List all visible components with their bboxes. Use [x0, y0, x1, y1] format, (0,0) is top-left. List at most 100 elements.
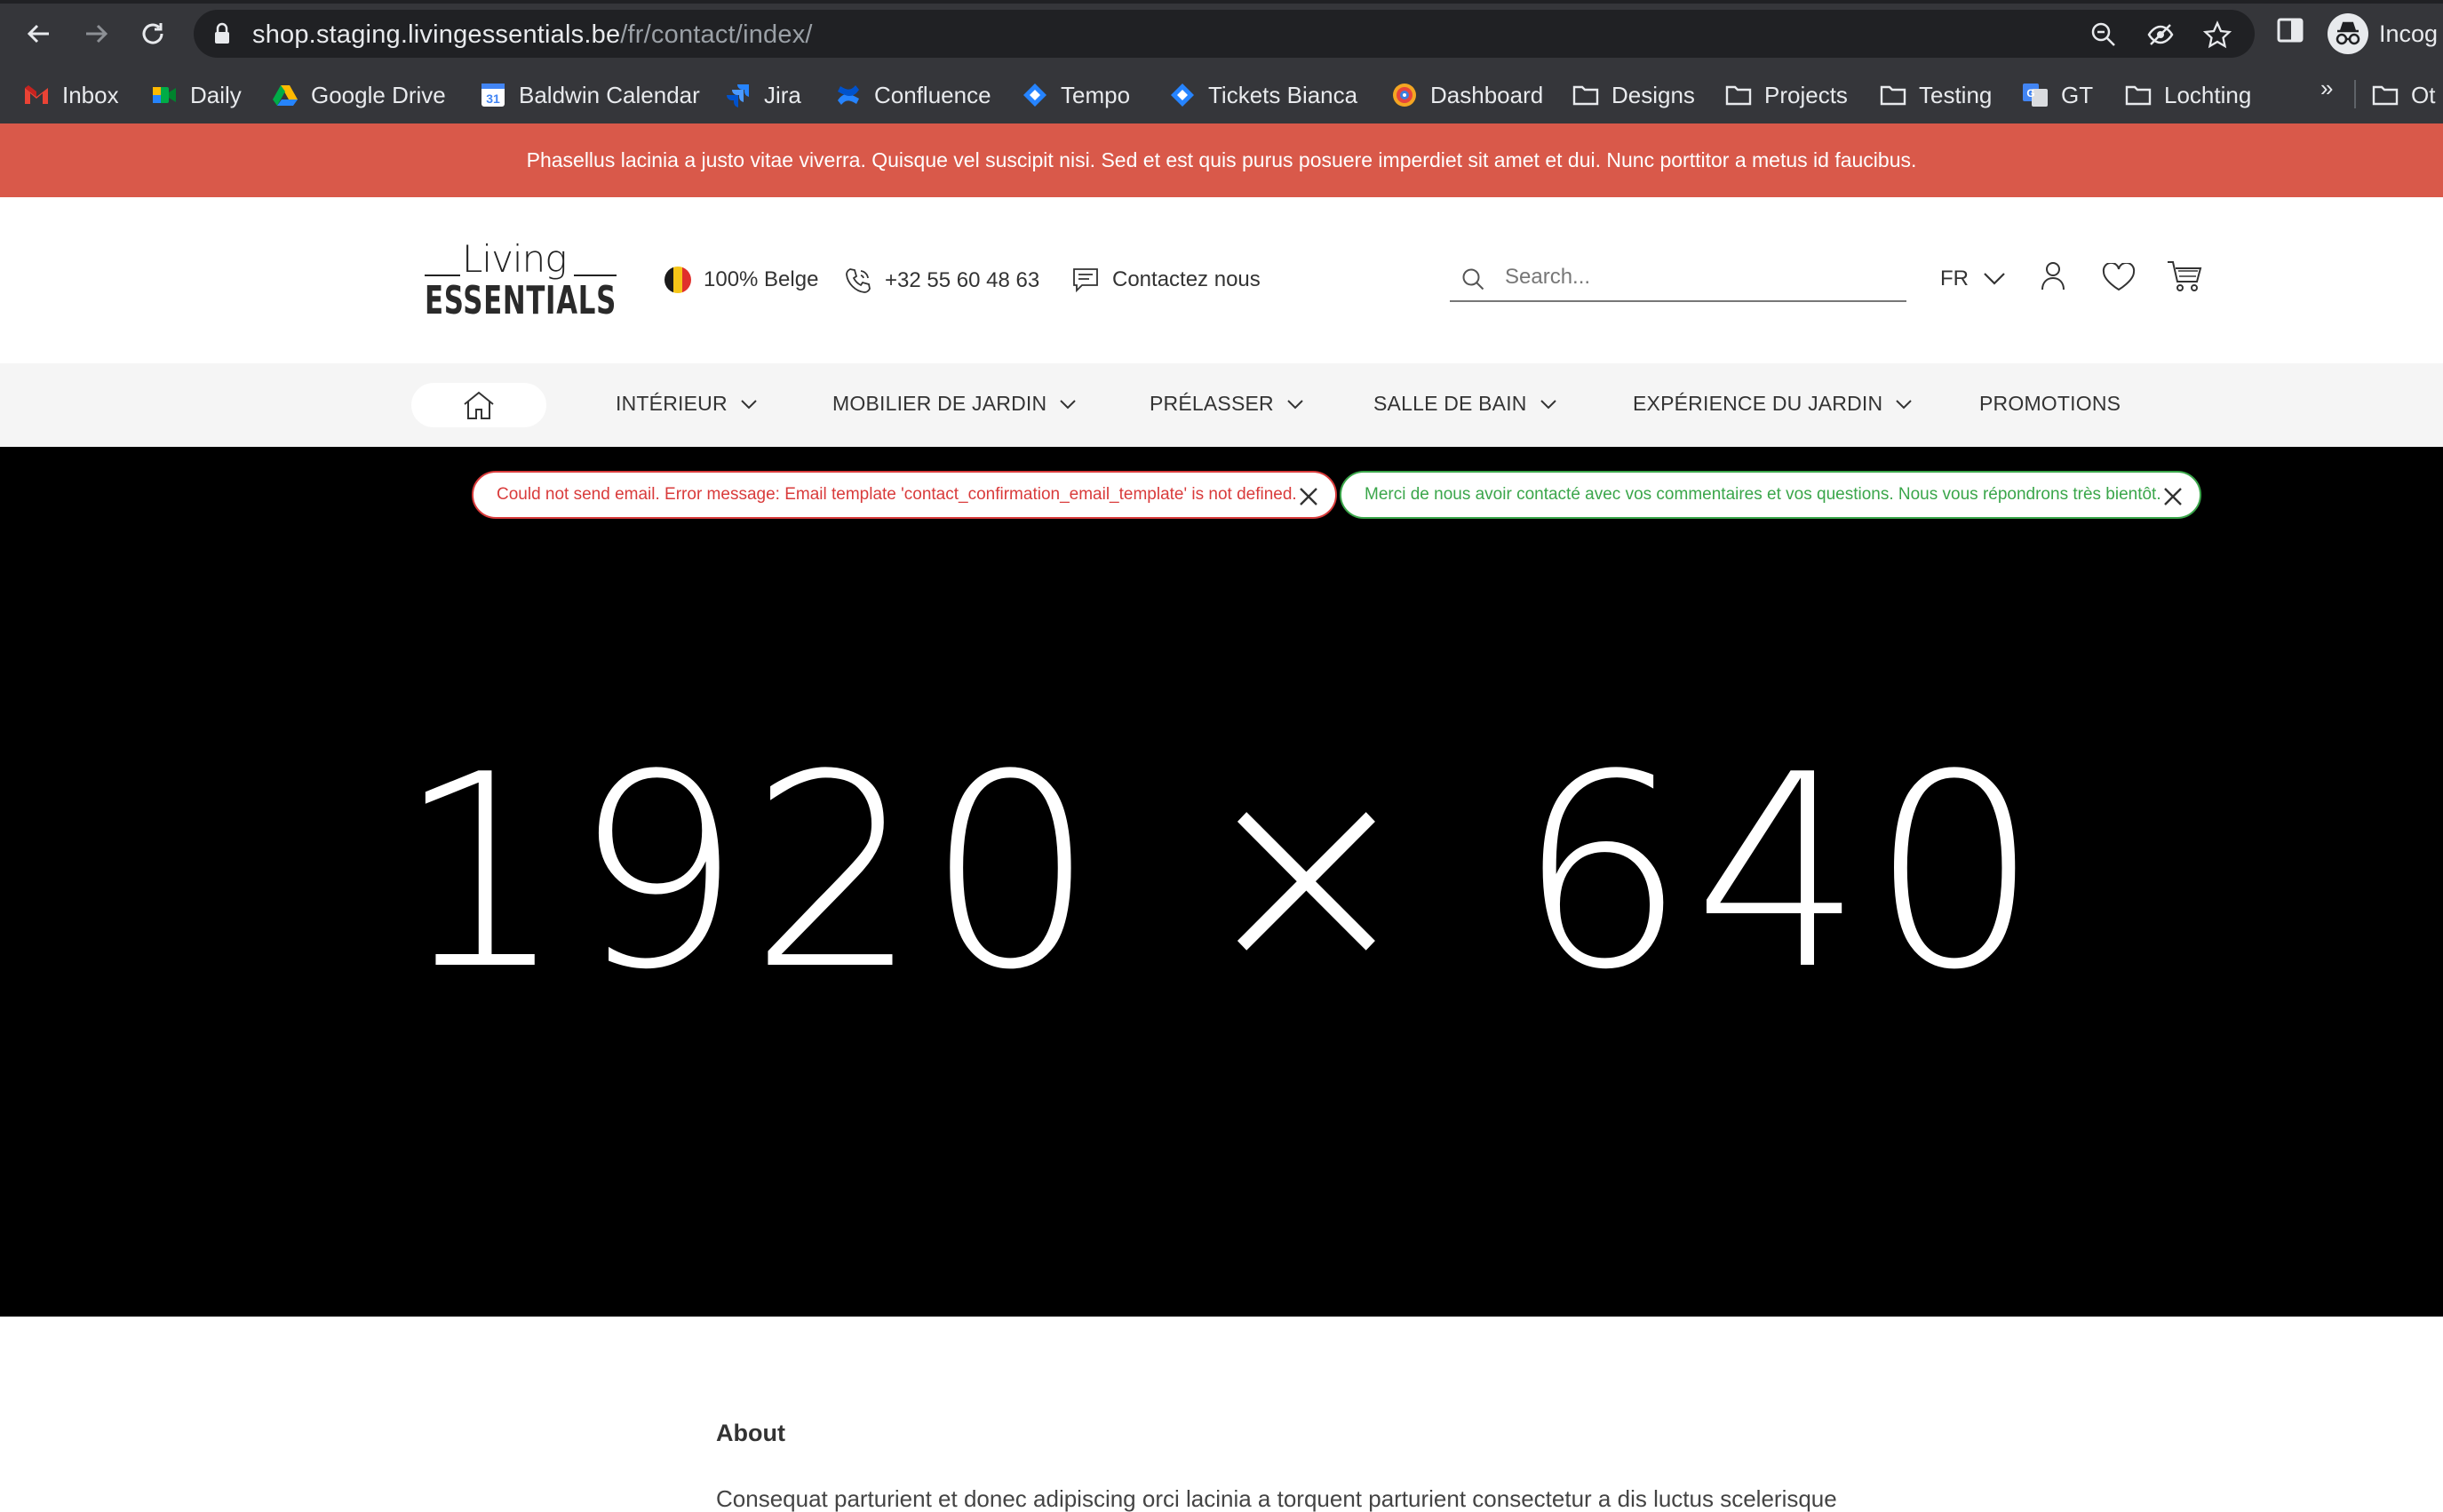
bookmark-lochting[interactable]: Lochting	[2125, 80, 2251, 110]
chevron-down-icon	[1984, 273, 2005, 285]
chat-icon	[1073, 268, 1098, 293]
star-icon[interactable]	[2203, 20, 2232, 49]
usp-contact[interactable]: Contactez nous	[1071, 267, 1261, 293]
phone-icon	[846, 268, 871, 293]
bookmark-tickets-bianca[interactable]: Tickets Bianca	[1169, 80, 1357, 110]
cart-icon[interactable]	[2166, 259, 2203, 293]
language-label: FR	[1940, 267, 1969, 290]
nav-item-promotions[interactable]: PROMOTIONS	[1979, 392, 2121, 416]
home-icon	[464, 391, 494, 419]
url-text: shop.staging.livingessentials.be/fr/cont…	[252, 20, 813, 50]
back-button[interactable]	[18, 12, 60, 55]
arrow-right-icon	[86, 24, 108, 44]
drive-icon	[272, 82, 298, 108]
about-heading: About	[716, 1420, 785, 1446]
tempo-icon	[1022, 82, 1048, 108]
svg-text:31: 31	[486, 92, 500, 106]
dashboard-icon	[1391, 82, 1418, 108]
hero-placeholder-text: 1920 × 640	[395, 718, 2048, 1028]
translate-icon: G	[2022, 82, 2049, 108]
account-icon[interactable]	[2038, 259, 2068, 291]
nav-item-salle-de-bain[interactable]: SALLE DE BAIN	[1373, 392, 1557, 416]
error-message-text: Could not send email. Error message: Ema…	[497, 485, 1297, 504]
folder-icon	[1880, 82, 1906, 108]
bookmark-baldwin-calendar[interactable]: 31 Baldwin Calendar	[480, 80, 700, 110]
search-input[interactable]	[1505, 261, 1896, 293]
chevron-down-icon	[1287, 399, 1303, 409]
bookmark-google-drive[interactable]: Google Drive	[272, 80, 446, 110]
profile-button[interactable]: Incog	[2328, 12, 2438, 55]
usp-phone[interactable]: +32 55 60 48 63	[844, 267, 1039, 295]
main-navigation: INTÉRIEUR MOBILIER DE JARDIN PRÉLASSER S…	[0, 363, 2443, 447]
svg-text:G: G	[2026, 87, 2034, 99]
calendar-icon: 31	[480, 82, 506, 108]
logo-line-right	[574, 275, 617, 276]
bookmark-daily[interactable]: Daily	[151, 80, 242, 110]
nav-item-mobilier-de-jardin[interactable]: MOBILIER DE JARDIN	[832, 392, 1077, 416]
logo-line-left	[425, 275, 460, 276]
site-logo[interactable]: Living ESSENTIALS	[425, 237, 617, 326]
search-icon	[1462, 268, 1484, 290]
site-header: Living ESSENTIALS 100% Belge +32 55 60 4…	[0, 197, 2443, 363]
language-switcher[interactable]: FR	[1940, 267, 2006, 291]
about-text: Consequat parturient et donec adipiscing…	[716, 1485, 1837, 1512]
tab-strip	[0, 0, 2443, 4]
side-panel-icon[interactable]	[2276, 16, 2304, 44]
logo-bottom-text: ESSENTIALS	[425, 278, 617, 323]
error-message: Could not send email. Error message: Ema…	[472, 471, 1337, 519]
folder-icon	[2372, 82, 2399, 108]
arrow-left-icon	[27, 24, 49, 44]
chevron-down-icon	[1060, 399, 1077, 409]
bookmarks-overflow-button[interactable]: »	[2320, 75, 2333, 102]
bookmark-dashboard[interactable]: Dashboard	[1391, 80, 1543, 110]
success-message-text: Merci de nous avoir contacté avec vos co…	[1365, 485, 2161, 504]
bookmark-designs[interactable]: Designs	[1572, 80, 1695, 110]
belgian-flag-icon	[664, 267, 691, 293]
folder-icon	[1572, 82, 1599, 108]
bookmark-other[interactable]: Ot	[2372, 80, 2435, 110]
folder-icon	[2125, 82, 2152, 108]
nav-item-experience-du-jardin[interactable]: EXPÉRIENCE DU JARDIN	[1633, 392, 1913, 416]
zoom-icon[interactable]	[2089, 20, 2118, 49]
nav-item-prelasser[interactable]: PRÉLASSER	[1150, 392, 1304, 416]
chevron-down-icon	[741, 399, 757, 409]
incognito-icon	[2328, 13, 2368, 54]
profile-label: Incog	[2379, 20, 2439, 47]
jira-icon	[725, 82, 752, 108]
address-bar[interactable]: shop.staging.livingessentials.be/fr/cont…	[194, 10, 2255, 58]
nav-item-interieur[interactable]: INTÉRIEUR	[616, 392, 758, 416]
usp-belge: 100% Belge	[664, 267, 818, 293]
close-icon[interactable]	[2162, 486, 2184, 507]
promo-text: Phasellus lacinia a justo vitae viverra.…	[526, 148, 1917, 171]
jira-icon	[1169, 82, 1196, 108]
home-button[interactable]	[411, 383, 546, 427]
logo-top-text: Living	[462, 237, 567, 281]
bookmark-tempo[interactable]: Tempo	[1022, 80, 1130, 110]
browser-chrome: shop.staging.livingessentials.be/fr/cont…	[0, 0, 2443, 123]
chevron-down-icon	[1540, 399, 1556, 409]
hero-banner: 1920 × 640 Could not send email. Error m…	[0, 447, 2443, 1317]
forward-button[interactable]	[75, 12, 117, 55]
bookmark-gt[interactable]: G GT	[2022, 80, 2093, 110]
heart-icon[interactable]	[2102, 263, 2136, 291]
bookmarks-divider	[2354, 80, 2356, 108]
eye-off-icon[interactable]	[2146, 20, 2175, 49]
bookmark-testing[interactable]: Testing	[1880, 80, 1992, 110]
success-message: Merci de nous avoir contacté avec vos co…	[1340, 471, 2201, 519]
bookmark-confluence[interactable]: Confluence	[835, 80, 991, 110]
gmail-icon	[23, 82, 50, 108]
bookmark-jira[interactable]: Jira	[725, 80, 801, 110]
lock-icon	[215, 22, 229, 44]
promo-bar: Phasellus lacinia a justo vitae viverra.…	[0, 123, 2443, 197]
reload-icon	[142, 23, 163, 44]
url-path: /fr/contact/index/	[620, 20, 813, 49]
meet-icon	[151, 82, 178, 108]
url-host: shop.staging.livingessentials.be	[252, 20, 621, 49]
bookmark-inbox[interactable]: Inbox	[23, 80, 119, 110]
reload-button[interactable]	[131, 12, 174, 55]
bookmark-projects[interactable]: Projects	[1725, 80, 1848, 110]
folder-icon	[1725, 82, 1752, 108]
search-box[interactable]	[1450, 254, 1906, 302]
close-icon[interactable]	[1298, 486, 1319, 507]
confluence-icon	[835, 82, 862, 108]
